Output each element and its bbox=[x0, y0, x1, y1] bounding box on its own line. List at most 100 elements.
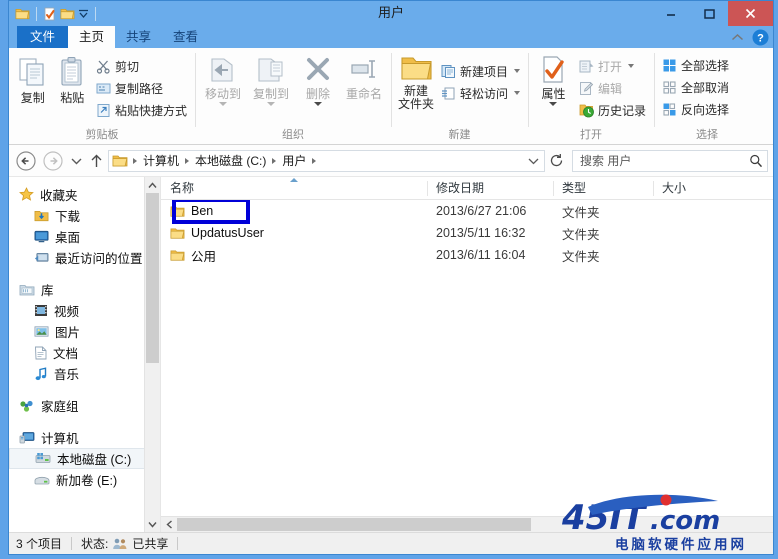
breadcrumb-separator-3[interactable] bbox=[312, 157, 317, 164]
nav-item-recent-places[interactable]: 最近访问的位置 bbox=[9, 247, 160, 268]
nav-label-local-disk-c: 本地磁盘 (C:) bbox=[57, 453, 132, 467]
nav-item-desktop[interactable]: 桌面 bbox=[9, 226, 160, 247]
breadcrumb-local-disk[interactable]: 本地磁盘 (C:) bbox=[192, 151, 269, 171]
nav-label-recent-places: 最近访问的位置 bbox=[55, 252, 143, 266]
column-header-date[interactable]: 修改日期 bbox=[427, 177, 553, 200]
search-icon[interactable] bbox=[749, 154, 763, 168]
table-row[interactable]: Ben 2013/6/27 21:06 文件夹 bbox=[161, 200, 773, 222]
column-header-size[interactable]: 大小 bbox=[653, 177, 767, 200]
chevron-up-icon[interactable] bbox=[731, 33, 744, 42]
easy-access-button[interactable]: 轻松访问 bbox=[437, 82, 524, 104]
nav-scroll-thumb[interactable] bbox=[146, 193, 159, 363]
table-row[interactable]: 公用 2013/6/11 16:04 文件夹 bbox=[161, 244, 773, 266]
file-list-pane: 名称 修改日期 类型 大小 Ben 2013/6/27 21:06 文件夹 Up… bbox=[161, 177, 773, 532]
search-placeholder: 搜索 用户 bbox=[580, 154, 632, 168]
nav-item-music[interactable]: 音乐 bbox=[9, 363, 160, 384]
history-label: 历史记录 bbox=[597, 103, 646, 118]
new-folder-button[interactable]: 新建 文件夹 bbox=[395, 51, 437, 111]
column-header-type[interactable]: 类型 bbox=[553, 177, 653, 200]
minimize-button[interactable] bbox=[652, 1, 690, 26]
nav-label-computer: 计算机 bbox=[41, 432, 79, 446]
maximize-button[interactable] bbox=[690, 1, 728, 26]
ribbon-group-new-body: 新建 文件夹 新建项目 轻松访问 bbox=[395, 51, 524, 125]
nav-scroll-down-button[interactable] bbox=[145, 516, 160, 532]
tab-share[interactable]: 共享 bbox=[115, 26, 162, 48]
navigation-pane-scrollbar[interactable] bbox=[144, 177, 160, 532]
file-list-horizontal-scrollbar[interactable] bbox=[161, 516, 773, 532]
chevron-down-icon[interactable] bbox=[524, 151, 542, 171]
select-all-icon bbox=[662, 58, 677, 73]
nav-item-libraries[interactable]: 库 bbox=[9, 279, 160, 300]
copy-to-button[interactable]: 复制到 bbox=[247, 51, 295, 106]
nav-item-documents[interactable]: 文档 bbox=[9, 342, 160, 363]
address-bar[interactable]: 计算机 本地磁盘 (C:) 用户 bbox=[108, 149, 545, 172]
open-button[interactable]: 打开 bbox=[575, 55, 650, 77]
copy-path-button[interactable]: 复制路径 bbox=[92, 77, 191, 99]
ribbon-group-organize-label: 组织 bbox=[282, 129, 304, 141]
new-item-button[interactable]: 新建项目 bbox=[437, 60, 524, 82]
hscroll-thumb[interactable] bbox=[177, 518, 531, 531]
title-bar: 用户 bbox=[9, 1, 773, 26]
nav-item-pictures[interactable]: 图片 bbox=[9, 321, 160, 342]
copy-button[interactable]: 复制 bbox=[13, 51, 52, 105]
refresh-button[interactable] bbox=[548, 149, 565, 173]
cut-button[interactable]: 剪切 bbox=[92, 55, 191, 77]
breadcrumb-separator-2[interactable] bbox=[272, 157, 277, 164]
video-icon bbox=[34, 304, 48, 317]
edit-button[interactable]: 编辑 bbox=[575, 77, 650, 99]
nav-scroll-up-button[interactable] bbox=[145, 177, 160, 193]
back-button[interactable] bbox=[14, 149, 38, 173]
select-none-button[interactable]: 全部取消 bbox=[658, 76, 733, 98]
help-icon[interactable]: ? bbox=[752, 29, 769, 46]
copy-label: 复制 bbox=[20, 91, 45, 105]
history-button[interactable]: 历史记录 bbox=[575, 99, 650, 121]
tab-file[interactable]: 文件 bbox=[17, 26, 69, 48]
rename-button[interactable]: 重命名 bbox=[341, 51, 387, 101]
table-row[interactable]: UpdatusUser 2013/5/11 16:32 文件夹 bbox=[161, 222, 773, 244]
clipboard-small-buttons: 剪切 复制路径 粘贴快捷方式 bbox=[92, 51, 191, 121]
nav-item-favorites[interactable]: 收藏夹 bbox=[9, 184, 160, 205]
nav-item-new-volume-e[interactable]: 新加卷 (E:) bbox=[9, 469, 160, 490]
file-name-cell: UpdatusUser bbox=[161, 226, 427, 240]
hscroll-left-button[interactable] bbox=[161, 517, 177, 533]
invert-selection-button[interactable]: 反向选择 bbox=[658, 98, 733, 120]
address-bar-actions bbox=[524, 151, 542, 171]
recent-locations-caret-icon[interactable] bbox=[68, 149, 85, 173]
close-button[interactable] bbox=[728, 1, 773, 26]
paste-shortcut-button[interactable]: 粘贴快捷方式 bbox=[92, 99, 191, 121]
ribbon-tabs-row: 文件 主页 共享 查看 ? bbox=[9, 26, 773, 48]
select-all-button[interactable]: 全部选择 bbox=[658, 54, 733, 76]
forward-button[interactable] bbox=[41, 149, 65, 173]
breadcrumb-separator-1[interactable] bbox=[185, 157, 190, 164]
status-label: 状态: bbox=[81, 537, 109, 551]
tab-view[interactable]: 查看 bbox=[162, 26, 209, 48]
nav-item-downloads[interactable]: 下载 bbox=[9, 205, 160, 226]
move-to-button[interactable]: 移动到 bbox=[199, 51, 247, 106]
address-bar-row: 计算机 本地磁盘 (C:) 用户 搜索 用户 bbox=[9, 145, 773, 177]
column-header-name[interactable]: 名称 bbox=[161, 177, 427, 200]
nav-item-local-disk-c[interactable]: 本地磁盘 (C:) bbox=[9, 448, 160, 469]
status-value: 已共享 bbox=[132, 537, 169, 551]
select-small-buttons: 全部选择 全部取消 反向选择 bbox=[658, 51, 733, 120]
nav-item-computer[interactable]: 计算机 bbox=[9, 427, 160, 448]
edit-label: 编辑 bbox=[597, 81, 622, 96]
move-to-icon bbox=[206, 55, 240, 85]
properties-button[interactable]: 属性 bbox=[532, 51, 575, 106]
ribbon-group-new: 新建 文件夹 新建项目 轻松访问 新建 bbox=[391, 48, 528, 144]
edit-icon bbox=[579, 81, 594, 96]
breadcrumb-separator-0[interactable] bbox=[133, 157, 137, 164]
paste-button[interactable]: 粘贴 bbox=[52, 51, 91, 105]
search-input[interactable]: 搜索 用户 bbox=[572, 149, 768, 172]
nav-item-homegroup[interactable]: 家庭组 bbox=[9, 395, 160, 416]
svg-text:?: ? bbox=[757, 32, 764, 44]
delete-button[interactable]: 删除 bbox=[295, 51, 341, 106]
paste-icon bbox=[55, 55, 89, 89]
easy-access-icon bbox=[441, 86, 456, 101]
up-button[interactable] bbox=[88, 149, 105, 173]
nav-item-videos[interactable]: 视频 bbox=[9, 300, 160, 321]
nav-label-homegroup: 家庭组 bbox=[41, 400, 79, 414]
tab-home[interactable]: 主页 bbox=[68, 26, 116, 48]
breadcrumb-users[interactable]: 用户 bbox=[279, 151, 309, 171]
breadcrumb-computer[interactable]: 计算机 bbox=[140, 151, 182, 171]
ribbon-group-clipboard-label: 剪贴板 bbox=[85, 129, 119, 141]
